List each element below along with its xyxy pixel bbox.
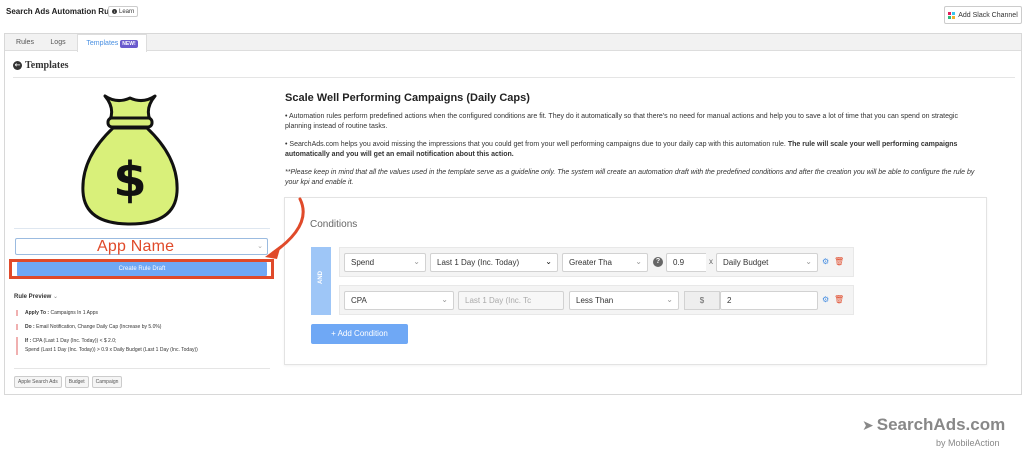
compare-select[interactable]: Daily Budget ⌄ xyxy=(716,253,818,272)
conditions-title: Conditions xyxy=(310,219,358,230)
brand-sub: by MobileAction xyxy=(936,438,1000,448)
rule-preview-label: Rule Preview xyxy=(14,294,52,300)
do-value: Email Notification, Change Daily Cap (In… xyxy=(36,324,162,330)
help-icon[interactable]: ? xyxy=(653,257,663,267)
add-condition-button[interactable]: + Add Condition xyxy=(311,324,408,344)
templates-back-link[interactable]: ← Templates xyxy=(13,60,69,71)
chevron-down-icon: ⌄ xyxy=(441,295,448,304)
multiplier-label: x xyxy=(706,253,716,272)
top-bar: Search Ads Automation Rules i Learn Add … xyxy=(0,0,1024,30)
add-slack-channel-label: Add Slack Channel xyxy=(958,11,1018,19)
currency-label: $ xyxy=(684,291,720,310)
condition-row: Spend ⌄ Last 1 Day (Inc. Today) ⌄ Greater … xyxy=(339,247,854,277)
note-paragraph: **Please keep in mind that all the value… xyxy=(285,168,975,188)
divider xyxy=(14,368,270,369)
tab-templates-label: Templates xyxy=(86,40,119,47)
period-value: Last 1 Day (Inc. Today) xyxy=(437,258,520,267)
money-bag-icon: $ xyxy=(81,94,179,226)
plus-icon: + xyxy=(331,329,336,338)
brand-name: SearchAds.com xyxy=(876,415,1006,434)
slack-icon xyxy=(948,11,956,19)
metric-value: CPA xyxy=(351,296,367,305)
if-line-2: Spend (Last 1 Day (Inc. Today)) > 0.9 x … xyxy=(25,347,198,353)
and-label: AND xyxy=(318,271,324,284)
trash-icon[interactable]: 🗑 xyxy=(834,295,844,304)
tag: Apple Search Ads xyxy=(14,376,62,388)
conditions-card: Conditions AND Spend ⌄ Last 1 Day (Inc. T… xyxy=(284,197,987,365)
chevron-down-icon: ⌄ xyxy=(53,294,59,300)
learn-button[interactable]: i Learn xyxy=(108,6,139,17)
rule-apply-to: Apply To : Campaigns In 1 Apps xyxy=(16,310,98,316)
app-title: Search Ads Automation Rules xyxy=(6,7,121,16)
rule-preview-toggle[interactable]: Rule Preview ⌄ xyxy=(14,293,58,300)
value-text: 0.9 xyxy=(673,258,685,267)
apply-to-label: Apply To : xyxy=(25,310,50,316)
note-text: **Please keep in mind that all the value… xyxy=(285,169,975,186)
description-text: • SearchAds.com helps you avoid missing … xyxy=(285,141,786,148)
templates-heading: Templates xyxy=(25,60,69,71)
divider xyxy=(14,228,270,229)
metric-value: Spend xyxy=(351,258,375,267)
divider xyxy=(13,77,1015,78)
value-input[interactable]: 2 xyxy=(720,291,818,310)
condition-row: CPA ⌄ Last 1 Day (Inc. Tc Less Than ⌄ $ 2 … xyxy=(339,285,854,315)
tab-logs[interactable]: Logs xyxy=(43,34,73,51)
operator-select[interactable]: Greater Tha ⌄ xyxy=(562,253,648,272)
tab-rules-label: Rules xyxy=(16,39,34,46)
period-select[interactable]: Last 1 Day (Inc. Today) ⌄ xyxy=(430,253,558,272)
trash-icon[interactable]: 🗑 xyxy=(834,257,844,266)
annotation-arrow-icon xyxy=(265,197,305,259)
chevron-down-icon: ⌄ xyxy=(805,257,812,266)
svg-text:$: $ xyxy=(113,152,146,208)
if-label: If : xyxy=(25,338,32,344)
gear-icon[interactable]: ⚙ xyxy=(822,257,829,266)
tab-logs-label: Logs xyxy=(50,39,66,46)
tab-rules[interactable]: Rules xyxy=(11,34,39,51)
metric-select[interactable]: CPA ⌄ xyxy=(344,291,454,310)
tab-templates[interactable]: Templates NEW! xyxy=(77,34,147,52)
add-condition-label: Add Condition xyxy=(337,329,388,338)
chevron-down-icon: ⌄ xyxy=(413,257,420,266)
do-label: Do : xyxy=(25,324,35,330)
back-arrow-icon: ← xyxy=(13,61,22,70)
highlight-annotation-box xyxy=(9,259,274,279)
metric-select[interactable]: Spend ⌄ xyxy=(344,253,426,272)
chevron-down-icon: ⌄ xyxy=(666,295,673,304)
add-slack-channel-button[interactable]: Add Slack Channel xyxy=(944,6,1022,24)
value-text: 2 xyxy=(727,296,732,305)
description-paragraph: • SearchAds.com helps you avoid missing … xyxy=(285,140,975,160)
chevron-down-icon: ⌄ xyxy=(545,257,552,266)
operator-value: Less Than xyxy=(576,296,614,305)
learn-label: Learn xyxy=(119,8,135,15)
brand-logo: ➤ SearchAds.com xyxy=(862,415,1005,435)
operator-select[interactable]: Less Than ⌄ xyxy=(569,291,679,310)
if-line-1: CPA (Last 1 Day (Inc. Today)) < $ 2.0; xyxy=(32,338,117,344)
main-panel: Rules Logs Templates NEW! ← Templates $ … xyxy=(4,33,1022,395)
tag-list: Apple Search Ads Budget Campaign xyxy=(14,376,123,388)
tag: Campaign xyxy=(91,376,123,388)
compare-value: Daily Budget xyxy=(723,258,769,267)
period-value: Last 1 Day (Inc. Tc xyxy=(465,296,532,305)
tag: Budget xyxy=(64,376,89,388)
app-name-annotation: App Name xyxy=(97,238,175,255)
period-select: Last 1 Day (Inc. Tc xyxy=(458,291,564,310)
info-icon: i xyxy=(112,9,117,14)
apply-to-value: Campaigns In 1 Apps xyxy=(50,310,98,316)
tab-bar: Rules Logs Templates NEW! xyxy=(5,34,1021,52)
gear-icon[interactable]: ⚙ xyxy=(822,295,829,304)
chevron-down-icon: ⌄ xyxy=(635,257,642,266)
value-input[interactable]: 0.9 xyxy=(666,253,708,272)
new-badge: NEW! xyxy=(120,39,138,48)
operator-value: Greater Tha xyxy=(569,258,612,267)
template-title: Scale Well Performing Campaigns (Daily C… xyxy=(285,92,530,104)
rule-do: Do : Email Notification, Change Daily Ca… xyxy=(16,324,161,330)
rocket-icon: ➤ xyxy=(862,416,874,433)
description-paragraph: • Automation rules perform predefined ac… xyxy=(285,113,958,130)
rule-if: If : CPA (Last 1 Day (Inc. Today)) < $ 2… xyxy=(16,337,198,355)
